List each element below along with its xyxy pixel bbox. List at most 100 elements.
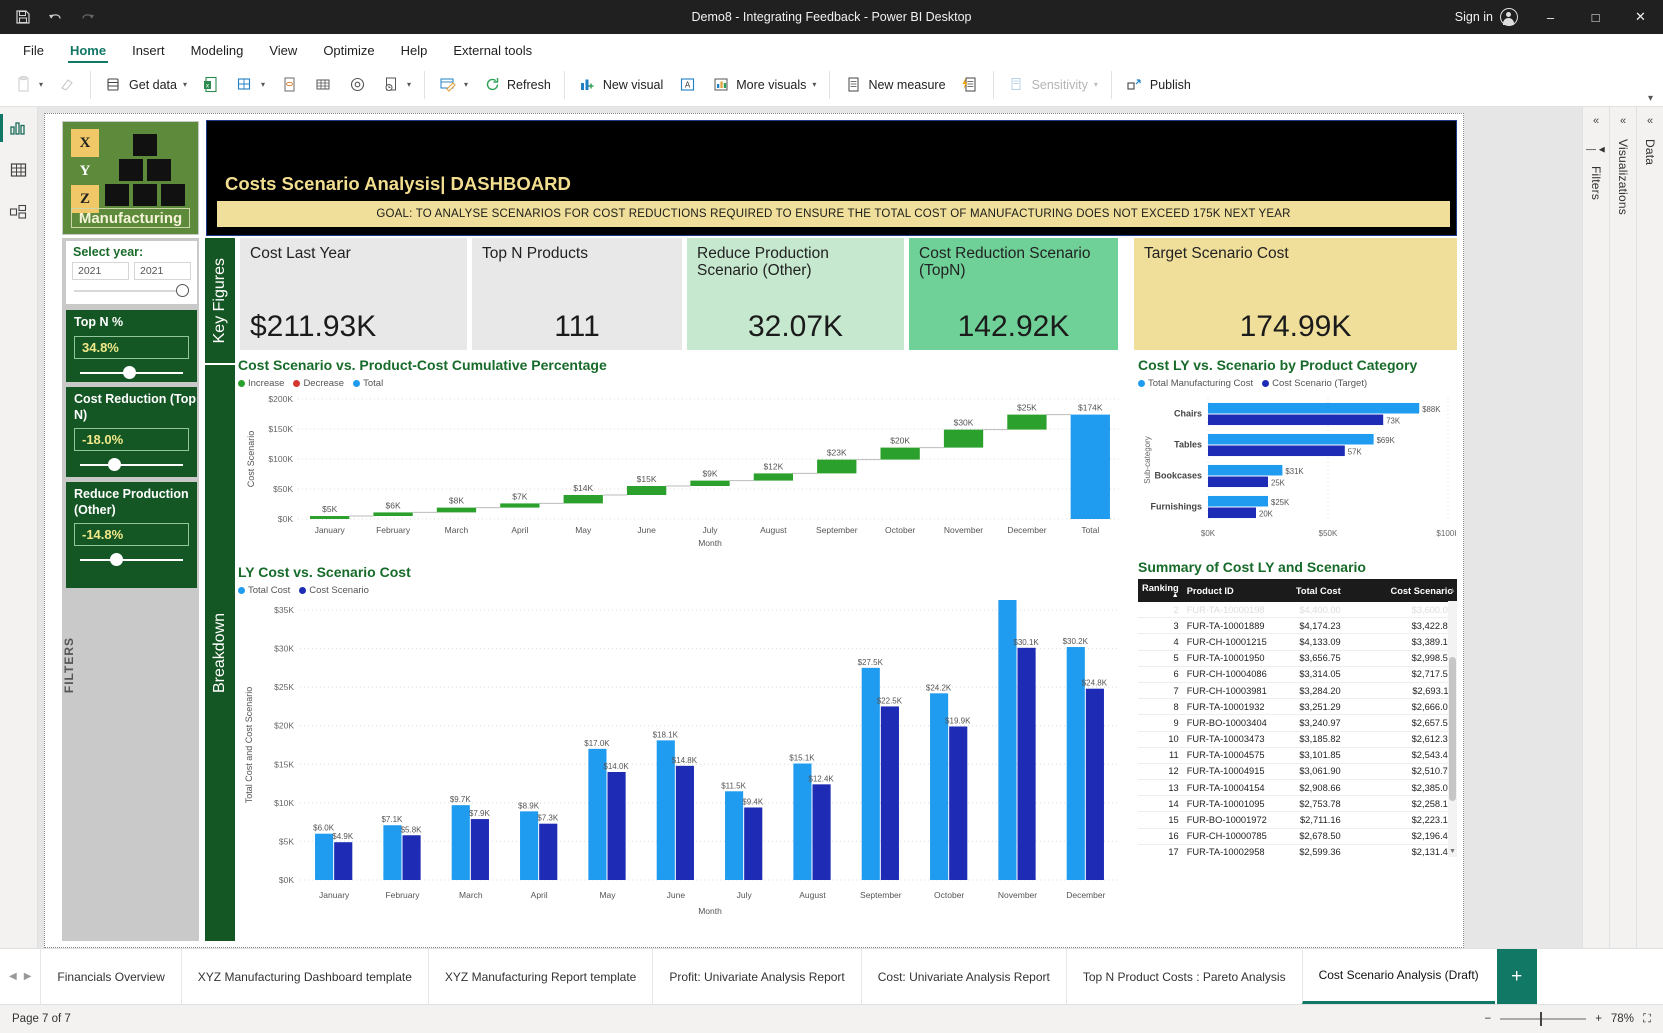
page-tab[interactable]: XYZ Manufacturing Dashboard template xyxy=(180,949,428,1004)
legend-increase[interactable]: Increase xyxy=(238,378,284,389)
save-icon[interactable] xyxy=(14,8,32,26)
recent-sources-button[interactable]: ▾ xyxy=(374,68,418,102)
page-tab[interactable]: Financials Overview xyxy=(40,949,180,1004)
year-from-input[interactable]: 2021 xyxy=(72,262,129,280)
report-view-icon[interactable] xyxy=(0,114,32,142)
page-tab[interactable]: Cost: Univariate Analysis Report xyxy=(860,949,1066,1004)
refresh-button[interactable]: Refresh xyxy=(475,68,558,102)
text-box-button[interactable]: A xyxy=(670,68,704,102)
collapse-ribbon-icon[interactable]: ▾ xyxy=(1648,93,1653,104)
cost-reduction-topn-slider[interactable] xyxy=(80,458,183,472)
table-row[interactable]: 15 FUR-BO-10001972 $2,711.16 $2,223.10 xyxy=(1138,811,1457,829)
table-row[interactable]: 12 FUR-TA-10004915 $3,061.90 $2,510.74 xyxy=(1138,763,1457,781)
reduce-production-other-slider[interactable] xyxy=(80,553,183,567)
more-visuals-button[interactable]: More visuals ▾ xyxy=(704,68,823,102)
ribbon-tab-home[interactable]: Home xyxy=(57,40,119,63)
monthly-cost-visual[interactable]: LY Cost vs. Scenario Cost Total Cost Cos… xyxy=(238,564,1128,941)
legend-decrease[interactable]: Decrease xyxy=(293,378,344,389)
fit-to-page-icon[interactable]: ⛶ xyxy=(1643,1013,1651,1026)
col-total-cost[interactable]: Total Cost xyxy=(1282,579,1345,602)
year-range-slider[interactable] xyxy=(74,284,190,297)
new-measure-button[interactable]: New measure xyxy=(836,68,952,102)
expand-data-icon[interactable]: « xyxy=(1647,115,1653,127)
table-row[interactable]: 7 FUR-CH-10003981 $3,284.20 $2,693.11 xyxy=(1138,682,1457,700)
expand-visualizations-icon[interactable]: « xyxy=(1620,115,1626,127)
waterfall-visual[interactable]: Cost Scenario vs. Product-Cost Cumulativ… xyxy=(238,357,1128,557)
page-tab[interactable]: XYZ Manufacturing Report template xyxy=(427,949,652,1004)
filters-rail[interactable]: « ▼— Filters xyxy=(1582,107,1609,948)
sign-in-button[interactable]: Sign in xyxy=(1455,8,1528,26)
legend-total[interactable]: Total xyxy=(353,378,383,389)
reduce-production-other-slicer[interactable]: Reduce Production (Other) -14.8% xyxy=(66,482,197,588)
table-row[interactable]: 16 FUR-CH-10000785 $2,678.50 $2,196.42 xyxy=(1138,828,1457,845)
year-to-input[interactable]: 2021 xyxy=(134,262,191,280)
page-tab[interactable]: Profit: Univariate Analysis Report xyxy=(652,949,860,1004)
table-row[interactable]: 10 FUR-TA-10003473 $3,185.82 $2,612.37 xyxy=(1138,731,1457,748)
top-n-percent-slider[interactable] xyxy=(80,365,183,379)
enter-data-button[interactable] xyxy=(306,68,340,102)
legend-total-cost[interactable]: Total Cost xyxy=(238,585,290,596)
legend-total-manufacturing-cost[interactable]: Total Manufacturing Cost xyxy=(1138,378,1253,389)
top-n-percent-slicer[interactable]: Top N % 34.8% xyxy=(66,310,197,382)
table-row[interactable]: 5 FUR-TA-10001950 $3,656.75 $2,998.57 xyxy=(1138,650,1457,667)
format-painter-button[interactable] xyxy=(50,68,84,102)
ribbon-tab-external-tools[interactable]: External tools xyxy=(440,40,545,63)
page-tab[interactable]: Cost Scenario Analysis (Draft) xyxy=(1301,949,1495,1004)
kpi-cost-reduction-scenario[interactable]: Cost Reduction Scenario (TopN) 142.92K xyxy=(909,238,1118,350)
summary-table-scroll[interactable]: Ranking ▲ Product ID Total Cost Cost Scen… xyxy=(1138,579,1457,857)
page-tab[interactable]: Top N Product Costs : Pareto Analysis xyxy=(1065,949,1302,1004)
legend-cost-scenario-target[interactable]: Cost Scenario (Target) xyxy=(1262,378,1367,389)
zoom-slider[interactable] xyxy=(1500,1012,1587,1026)
minimize-button[interactable]: – xyxy=(1528,0,1573,34)
table-row[interactable]: 8 FUR-TA-10001932 $3,251.29 $2,666.08 xyxy=(1138,698,1457,716)
paste-button[interactable]: ▾ xyxy=(6,68,50,102)
ribbon-tab-modeling[interactable]: Modeling xyxy=(178,40,257,63)
col-product-id[interactable]: Product ID xyxy=(1182,579,1283,602)
data-hub-button[interactable]: ▾ xyxy=(228,68,272,102)
ribbon-tab-view[interactable]: View xyxy=(256,40,310,63)
model-view-icon[interactable] xyxy=(6,199,32,225)
table-row[interactable]: 14 FUR-TA-10001095 $2,753.78 $2,258.12 xyxy=(1138,795,1457,813)
add-page-button[interactable]: + xyxy=(1496,949,1537,1004)
kpi-cost-last-year[interactable]: Cost Last Year $211.93K xyxy=(240,238,467,350)
ribbon-tab-file[interactable]: File xyxy=(10,40,57,63)
table-row[interactable]: 9 FUR-BO-10003404 $3,240.97 $2,657.59 xyxy=(1138,714,1457,732)
ribbon-tab-optimize[interactable]: Optimize xyxy=(310,40,387,63)
publish-button[interactable]: Publish xyxy=(1118,68,1198,102)
redo-icon[interactable] xyxy=(78,8,96,26)
ribbon-tab-help[interactable]: Help xyxy=(388,40,441,63)
col-ranking[interactable]: Ranking ▲ xyxy=(1138,579,1183,602)
zoom-out-button[interactable]: − xyxy=(1484,1013,1491,1025)
table-view-icon[interactable] xyxy=(6,157,32,183)
ribbon-tab-insert[interactable]: Insert xyxy=(119,40,178,63)
maximize-button[interactable]: □ xyxy=(1573,0,1618,34)
kpi-target-scenario-cost[interactable]: Target Scenario Cost 174.99K xyxy=(1134,238,1457,350)
data-rail[interactable]: « Data xyxy=(1636,107,1663,948)
table-row[interactable]: 4 FUR-CH-10001215 $4,133.09 $3,389.13 xyxy=(1138,633,1457,651)
cost-reduction-topn-slicer[interactable]: Cost Reduction (Top N) -18.0% xyxy=(66,387,197,477)
next-page-icon[interactable]: ▶ xyxy=(24,971,32,982)
table-row[interactable]: 13 FUR-TA-10004154 $2,908.66 $2,385.08 xyxy=(1138,779,1457,797)
undo-icon[interactable] xyxy=(46,8,64,26)
table-row[interactable]: 6 FUR-CH-10004086 $3,314.05 $2,717.55 xyxy=(1138,666,1457,683)
sql-server-button[interactable] xyxy=(272,68,306,102)
kpi-reduce-production-scenario[interactable]: Reduce Production Scenario (Other) 32.07… xyxy=(687,238,904,350)
dataverse-button[interactable] xyxy=(340,68,374,102)
subcategory-bar-visual[interactable]: Cost LY vs. Scenario by Product Category… xyxy=(1138,357,1457,552)
table-row[interactable]: 17 FUR-TA-10002958 $2,599.36 $2,131.45 xyxy=(1138,844,1457,857)
excel-workbook-button[interactable]: x xyxy=(194,68,228,102)
quick-measure-button[interactable] xyxy=(953,68,987,102)
visualizations-rail[interactable]: « Visualizations xyxy=(1609,107,1636,948)
prev-page-icon[interactable]: ◀ xyxy=(9,971,17,982)
table-scrollbar[interactable]: ▲ ▼ xyxy=(1448,587,1457,857)
summary-table-visual[interactable]: Summary of Cost LY and Scenario Ranking ▲… xyxy=(1138,559,1457,941)
sensitivity-button[interactable]: Sensitivity ▾ xyxy=(1000,68,1105,102)
new-visual-button[interactable]: New visual xyxy=(571,68,670,102)
page-tab-nav[interactable]: ◀ ▶ xyxy=(0,949,40,1004)
legend-cost-scenario[interactable]: Cost Scenario xyxy=(299,585,369,596)
transform-data-button[interactable]: ▾ xyxy=(431,68,475,102)
close-button[interactable]: ✕ xyxy=(1618,0,1663,34)
zoom-in-button[interactable]: + xyxy=(1595,1013,1602,1025)
get-data-button[interactable]: Get data ▾ xyxy=(97,68,194,102)
expand-filters-icon[interactable]: « xyxy=(1593,115,1599,127)
